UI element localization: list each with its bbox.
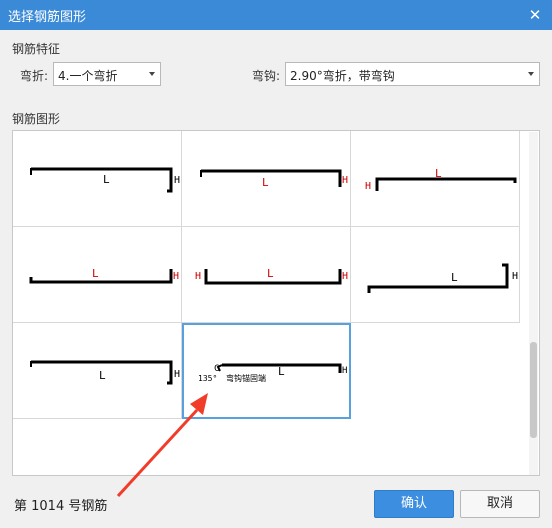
shape-diagram: L H xyxy=(29,267,179,284)
shape-label-l: L xyxy=(92,267,99,280)
shape-label-l: L xyxy=(451,271,458,284)
shape-label-l: L xyxy=(278,365,285,378)
shape-diagram: L H xyxy=(367,263,518,293)
rebar-number-status: 第 1014 号钢筋 xyxy=(14,499,108,514)
shape-label-h: H xyxy=(342,366,347,376)
shape-cell-3[interactable]: L H xyxy=(351,131,520,227)
shape-diagram: C L H 135° 弯钩锚固端 xyxy=(198,363,347,383)
hook-label: 弯钩: xyxy=(252,69,281,83)
chevron-down-icon xyxy=(528,72,534,76)
confirm-button[interactable]: 确认 xyxy=(374,490,454,518)
shape-label-h-left: H xyxy=(195,271,201,282)
shape-gallery: L H L H L H L H L H H L H L H C L H 135°… xyxy=(12,130,540,476)
cancel-button[interactable]: 取消 xyxy=(460,490,540,518)
shape-cell-6[interactable]: L H xyxy=(351,227,520,323)
shapes-section-label: 钢筋图形 xyxy=(12,112,61,126)
shape-label-h-right: H xyxy=(342,271,348,282)
shape-cell-1[interactable]: L H xyxy=(13,131,182,227)
title-bar: 选择钢筋图形 ✕ xyxy=(0,0,552,30)
shape-label-h: H xyxy=(173,271,179,282)
bend-select[interactable]: 4.一个弯折 xyxy=(53,62,161,86)
scrollbar-thumb[interactable] xyxy=(530,342,537,438)
shape-label-l: L xyxy=(103,173,110,186)
shape-diagram: L H xyxy=(30,360,180,385)
shape-label-h: H xyxy=(174,369,180,380)
chevron-down-icon xyxy=(149,72,155,76)
shape-diagram: L H xyxy=(30,167,180,193)
close-icon[interactable]: ✕ xyxy=(524,4,546,26)
shape-label-h: H xyxy=(342,175,348,186)
hook-select-value: 2.90°弯折，带弯钩 xyxy=(290,69,395,83)
shape-label-anchor: 弯钩锚固端 xyxy=(226,373,266,383)
shape-label-h: H xyxy=(512,271,518,282)
bend-label: 弯折: xyxy=(20,69,49,83)
shape-diagram: L H xyxy=(365,167,517,192)
shape-label-h: H xyxy=(174,175,180,186)
features-section-label: 钢筋特征 xyxy=(12,42,61,56)
shape-cell-2[interactable]: L H xyxy=(182,131,351,227)
shape-label-angle: 135° xyxy=(198,374,217,383)
shape-diagram: L H H xyxy=(195,267,348,285)
shape-cell-5[interactable]: L H H xyxy=(182,227,351,323)
shape-cell-4[interactable]: L H xyxy=(13,227,182,323)
shape-label-l: L xyxy=(262,176,269,189)
shape-cell-7[interactable]: L H xyxy=(13,323,182,419)
hook-select[interactable]: 2.90°弯折，带弯钩 xyxy=(285,62,540,86)
shape-diagram: L H xyxy=(200,169,348,189)
shape-label-l: L xyxy=(267,267,274,280)
shape-label-h: H xyxy=(365,181,371,192)
bend-select-value: 4.一个弯折 xyxy=(58,69,118,83)
vertical-scrollbar[interactable] xyxy=(529,132,538,475)
shape-label-l: L xyxy=(99,369,106,382)
shape-label-c: C xyxy=(214,364,219,374)
shape-label-l: L xyxy=(435,167,442,180)
window-title: 选择钢筋图形 xyxy=(8,10,87,25)
shape-cell-8-selected[interactable]: C L H 135° 弯钩锚固端 xyxy=(182,323,351,419)
